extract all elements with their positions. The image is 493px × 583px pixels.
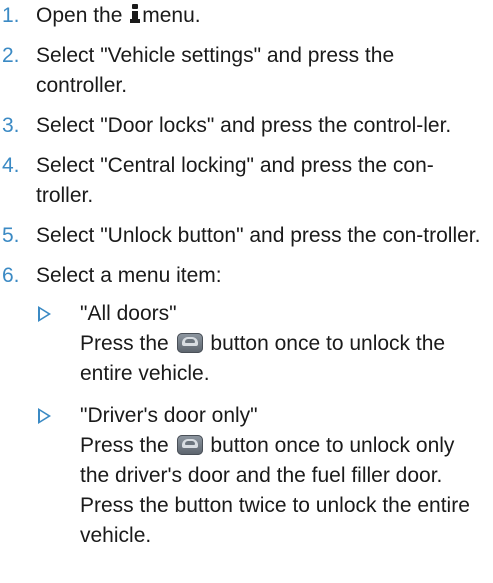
press-text-before: Press the xyxy=(80,434,169,457)
step-number: 2. xyxy=(2,44,20,67)
menu-item-drivers-door-only: "Driver's door only" Press the button on… xyxy=(36,401,483,551)
step-number: 5. xyxy=(2,224,20,247)
step-number: 1. xyxy=(2,4,20,27)
triangle-bullet-icon xyxy=(38,306,51,322)
step-4-text: Select "Central locking" and press the c… xyxy=(36,154,434,207)
step-1-text-before: Open the xyxy=(36,4,123,27)
instruction-document: 1. Open the menu. 2. Select "Vehicle set… xyxy=(0,0,493,551)
menu-item-all-doors: "All doors" Press the button once to unl… xyxy=(36,299,483,389)
step-3: 3. Select "Door locks" and press the con… xyxy=(0,111,483,141)
step-2-text: Select "Vehicle settings" and press the … xyxy=(36,44,395,97)
step-3-text: Select "Door locks" and press the contro… xyxy=(36,114,452,137)
menu-item-list: "All doors" Press the button once to unl… xyxy=(36,299,483,551)
step-number: 6. xyxy=(2,264,20,287)
step-4: 4. Select "Central locking" and press th… xyxy=(0,151,483,211)
info-icon xyxy=(130,4,141,24)
step-6-text: Select a menu item: xyxy=(36,264,222,287)
press-text-before: Press the xyxy=(80,332,169,355)
press-twice-text: Press the button twice to unlock the ent… xyxy=(80,494,470,547)
unlock-button-icon xyxy=(176,333,203,353)
menu-item-title: "Driver's door only" xyxy=(80,404,258,427)
step-1-text-after: menu. xyxy=(142,4,201,27)
step-5: 5. Select "Unlock button" and press the … xyxy=(0,221,483,251)
step-number: 4. xyxy=(2,154,20,177)
menu-item-title: "All doors" xyxy=(80,302,177,325)
step-5-text: Select "Unlock button" and press the con… xyxy=(36,224,481,247)
step-1: 1. Open the menu. xyxy=(0,1,483,31)
step-2: 2. Select "Vehicle settings" and press t… xyxy=(0,41,483,101)
step-list: 1. Open the menu. 2. Select "Vehicle set… xyxy=(0,1,483,551)
step-6: 6. Select a menu item: "All doors" Press… xyxy=(0,261,483,551)
step-number: 3. xyxy=(2,114,20,137)
triangle-bullet-icon xyxy=(38,408,51,424)
unlock-button-icon xyxy=(176,435,203,455)
